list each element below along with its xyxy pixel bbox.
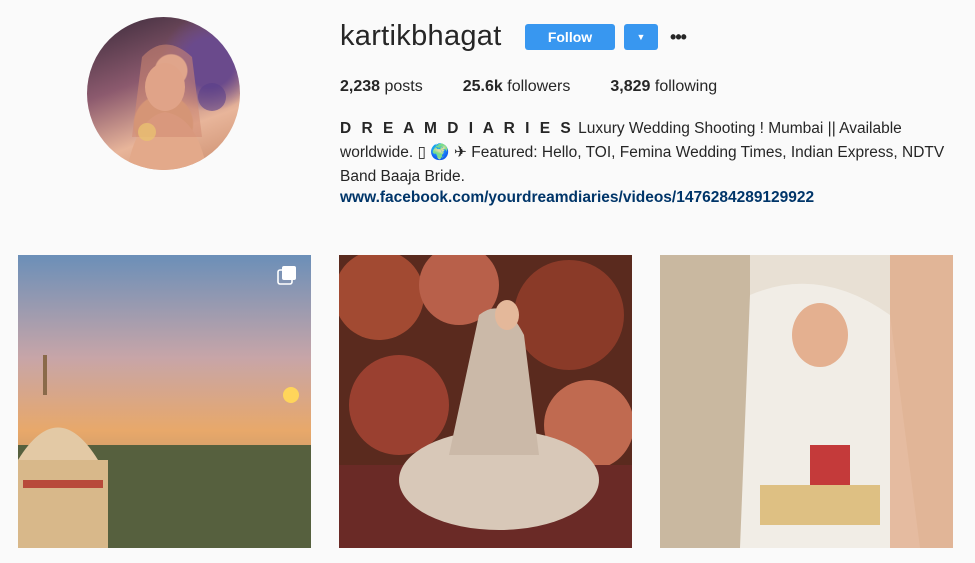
followers-count: 25.6k bbox=[462, 78, 503, 95]
profile-avatar[interactable] bbox=[87, 17, 240, 170]
posts-count: 2,238 bbox=[340, 78, 381, 95]
stat-posts: 2,238 posts bbox=[340, 78, 423, 96]
post-bride-ceremony[interactable] bbox=[660, 255, 953, 548]
following-count: 3,829 bbox=[610, 78, 651, 95]
stat-following[interactable]: 3,829 following bbox=[610, 78, 717, 96]
caret-down-icon[interactable]: ▼ bbox=[624, 24, 658, 50]
profile-stats: 2,238 posts 25.6k followers 3,829 follow… bbox=[340, 78, 757, 96]
follow-button[interactable]: Follow bbox=[525, 24, 615, 50]
post-bride-floral-backdrop[interactable] bbox=[339, 255, 632, 548]
followers-label: followers bbox=[507, 78, 571, 95]
profile-bio: D R E A M D I A R I E S Luxury Wedding S… bbox=[340, 117, 960, 189]
bio-link[interactable]: www.facebook.com/yourdreamdiaries/videos… bbox=[340, 189, 814, 207]
username: kartikbhagat bbox=[340, 20, 502, 52]
ellipsis-icon[interactable]: ••• bbox=[669, 24, 687, 50]
stat-followers[interactable]: 25.6k followers bbox=[463, 78, 571, 96]
post-image bbox=[660, 255, 953, 548]
bio-name: D R E A M D I A R I E S bbox=[340, 120, 574, 137]
post-image bbox=[339, 255, 632, 548]
following-label: following bbox=[654, 78, 718, 95]
post-image bbox=[18, 255, 311, 548]
post-sunset-palace[interactable] bbox=[18, 255, 311, 548]
carousel-icon bbox=[277, 266, 296, 285]
avatar-image bbox=[127, 44, 226, 170]
posts-label: posts bbox=[384, 78, 423, 95]
